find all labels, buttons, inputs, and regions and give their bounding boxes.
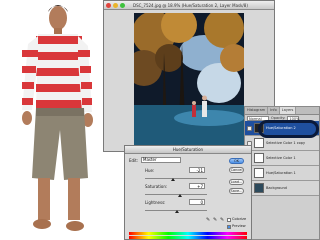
close-icon[interactable]: [106, 2, 111, 8]
layer-thumbnail: [254, 183, 264, 193]
eye-icon[interactable]: [247, 125, 252, 131]
hue-field[interactable]: -21: [189, 167, 205, 173]
photo-image: [134, 13, 244, 149]
color-spectrum-bar: [129, 232, 247, 235]
layer-thumbnail: [254, 138, 264, 148]
eyedropper-plus-icon[interactable]: ✎: [213, 217, 217, 223]
hue-slider[interactable]: [145, 178, 207, 179]
zoom-icon[interactable]: [120, 2, 125, 8]
person-image: [22, 5, 93, 231]
hue-saturation-dialog: Hue/Saturation Edit: Master Hue: -21 Sat…: [124, 145, 252, 240]
minimize-icon[interactable]: [113, 2, 118, 8]
lightness-field[interactable]: 0: [189, 199, 205, 205]
tab-layers[interactable]: Layers: [279, 107, 297, 114]
saturation-field[interactable]: +7: [189, 183, 205, 189]
layer-selective-color-1-copy[interactable]: Selective Color 1 copy: [245, 136, 319, 151]
adjusted-spectrum-bar: [129, 236, 247, 239]
preview-checkbox[interactable]: [227, 225, 231, 229]
saturation-slider[interactable]: [145, 194, 207, 195]
layer-name: Background: [266, 186, 287, 190]
layer-name: Selective Color 1: [266, 156, 296, 160]
eyedropper-minus-icon[interactable]: ✎: [220, 217, 224, 223]
edit-select[interactable]: Master: [141, 157, 181, 163]
dialog-title: Hue/Saturation: [125, 146, 251, 154]
colorize-label: Colorize: [232, 217, 247, 221]
layer-name: Selective Color 1 copy: [266, 141, 306, 145]
preview-label: Preview: [232, 224, 246, 228]
layer-background[interactable]: Background: [245, 181, 319, 196]
save-button[interactable]: Save...: [229, 188, 244, 194]
saturation-slider-knob[interactable]: [178, 194, 182, 197]
document-title: DSC_7524.jpg @ 18.9% (Hue/Saturation 2, …: [133, 2, 248, 8]
saturation-label: Saturation:: [145, 184, 168, 189]
document-canvas[interactable]: [134, 13, 244, 149]
document-titlebar: DSC_7524.jpg @ 18.9% (Hue/Saturation 2, …: [104, 1, 274, 10]
eyedropper-icon[interactable]: ✎: [206, 217, 210, 223]
lightness-label: Lightness:: [145, 200, 166, 205]
load-button[interactable]: Load...: [229, 179, 244, 185]
colorize-checkbox[interactable]: [227, 218, 231, 222]
tab-histogram[interactable]: Histogram: [245, 107, 269, 114]
cancel-button[interactable]: Cancel: [229, 167, 244, 173]
hue-label: Hue:: [145, 168, 155, 173]
layer-selective-color-1[interactable]: Selective Color 1: [245, 151, 319, 166]
layer-thumbnail: [254, 168, 264, 178]
hue-slider-knob[interactable]: [171, 178, 175, 181]
selected-layer-highlight: [258, 120, 319, 138]
lightness-slider-knob[interactable]: [175, 210, 179, 213]
layer-hue-saturation-1[interactable]: Hue/Saturation 1: [245, 166, 319, 181]
tab-info[interactable]: Info: [268, 107, 280, 114]
ok-button[interactable]: OK: [229, 158, 244, 164]
layer-name: Hue/Saturation 1: [266, 171, 296, 175]
layer-thumbnail: [254, 153, 264, 163]
edit-label: Edit:: [129, 158, 139, 163]
panel-tabs: Histogram Info Layers: [245, 107, 319, 115]
